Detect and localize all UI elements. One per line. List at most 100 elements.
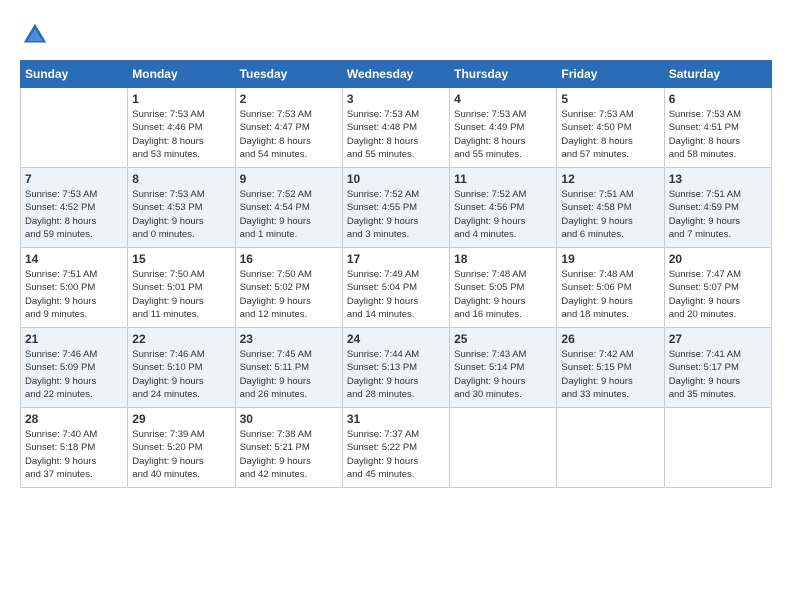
- day-info: Sunrise: 7:53 AM Sunset: 4:50 PM Dayligh…: [561, 108, 659, 161]
- day-number: 10: [347, 172, 445, 186]
- day-number: 31: [347, 412, 445, 426]
- day-cell: [557, 408, 664, 488]
- day-cell: 29Sunrise: 7:39 AM Sunset: 5:20 PM Dayli…: [128, 408, 235, 488]
- day-number: 15: [132, 252, 230, 266]
- day-info: Sunrise: 7:39 AM Sunset: 5:20 PM Dayligh…: [132, 428, 230, 481]
- header-cell-wednesday: Wednesday: [342, 61, 449, 88]
- day-cell: 26 Sunrise: 7:42 AM Sunset: 5:15 PM Dayli…: [557, 328, 664, 408]
- day-cell: 5 Sunrise: 7:53 AM Sunset: 4:50 PM Daylig…: [557, 88, 664, 168]
- day-number: 9: [240, 172, 338, 186]
- day-number: 19: [561, 252, 659, 266]
- day-cell: 2 Sunrise: 7:53 AM Sunset: 4:47 PM Daylig…: [235, 88, 342, 168]
- day-cell: [21, 88, 128, 168]
- day-info: Sunrise: 7:53 AM Sunset: 4:52 PM Dayligh…: [25, 188, 123, 241]
- day-cell: 20 Sunrise: 7:47 AM Sunset: 5:07 PM Dayli…: [664, 248, 771, 328]
- header-cell-sunday: Sunday: [21, 61, 128, 88]
- day-cell: [450, 408, 557, 488]
- week-row-2: 7 Sunrise: 7:53 AM Sunset: 4:52 PM Daylig…: [21, 168, 772, 248]
- day-number: 1: [132, 92, 230, 106]
- day-cell: 3 Sunrise: 7:53 AM Sunset: 4:48 PM Daylig…: [342, 88, 449, 168]
- day-info: Sunrise: 7:53 AM Sunset: 4:49 PM Dayligh…: [454, 108, 552, 161]
- day-cell: 16 Sunrise: 7:50 AM Sunset: 5:02 PM Dayli…: [235, 248, 342, 328]
- day-info: Sunrise: 7:51 AM Sunset: 4:58 PM Dayligh…: [561, 188, 659, 241]
- day-info: Sunrise: 7:53 AM Sunset: 4:47 PM Dayligh…: [240, 108, 338, 161]
- day-number: 4: [454, 92, 552, 106]
- day-cell: 8 Sunrise: 7:53 AM Sunset: 4:53 PM Daylig…: [128, 168, 235, 248]
- day-cell: [664, 408, 771, 488]
- day-cell: 14 Sunrise: 7:51 AM Sunset: 5:00 PM Dayli…: [21, 248, 128, 328]
- day-cell: 22Sunrise: 7:46 AM Sunset: 5:10 PM Dayli…: [128, 328, 235, 408]
- day-number: 24: [347, 332, 445, 346]
- day-number: 17: [347, 252, 445, 266]
- header-cell-monday: Monday: [128, 61, 235, 88]
- day-info: Sunrise: 7:37 AM Sunset: 5:22 PM Dayligh…: [347, 428, 445, 481]
- day-number: 12: [561, 172, 659, 186]
- day-info: Sunrise: 7:46 AM Sunset: 5:09 PM Dayligh…: [25, 348, 123, 401]
- header-cell-thursday: Thursday: [450, 61, 557, 88]
- day-info: Sunrise: 7:48 AM Sunset: 5:06 PM Dayligh…: [561, 268, 659, 321]
- day-cell: 31 Sunrise: 7:37 AM Sunset: 5:22 PM Dayli…: [342, 408, 449, 488]
- day-info: Sunrise: 7:49 AM Sunset: 5:04 PM Dayligh…: [347, 268, 445, 321]
- day-cell: 18Sunrise: 7:48 AM Sunset: 5:05 PM Dayli…: [450, 248, 557, 328]
- day-info: Sunrise: 7:40 AM Sunset: 5:18 PM Dayligh…: [25, 428, 123, 481]
- day-info: Sunrise: 7:38 AM Sunset: 5:21 PM Dayligh…: [240, 428, 338, 481]
- day-number: 16: [240, 252, 338, 266]
- day-cell: 30 Sunrise: 7:38 AM Sunset: 5:21 PM Dayli…: [235, 408, 342, 488]
- day-number: 5: [561, 92, 659, 106]
- page-header: [20, 20, 772, 50]
- day-number: 2: [240, 92, 338, 106]
- day-info: Sunrise: 7:53 AM Sunset: 4:51 PM Dayligh…: [669, 108, 767, 161]
- logo: [20, 20, 55, 50]
- day-info: Sunrise: 7:44 AM Sunset: 5:13 PM Dayligh…: [347, 348, 445, 401]
- day-cell: 25 Sunrise: 7:43 AM Sunset: 5:14 PM Dayli…: [450, 328, 557, 408]
- day-number: 27: [669, 332, 767, 346]
- day-number: 22: [132, 332, 230, 346]
- day-info: Sunrise: 7:53 AM Sunset: 4:46 PM Dayligh…: [132, 108, 230, 161]
- week-row-5: 28Sunrise: 7:40 AM Sunset: 5:18 PM Dayli…: [21, 408, 772, 488]
- day-cell: 28Sunrise: 7:40 AM Sunset: 5:18 PM Dayli…: [21, 408, 128, 488]
- day-number: 11: [454, 172, 552, 186]
- day-info: Sunrise: 7:41 AM Sunset: 5:17 PM Dayligh…: [669, 348, 767, 401]
- header-cell-saturday: Saturday: [664, 61, 771, 88]
- day-number: 25: [454, 332, 552, 346]
- day-info: Sunrise: 7:50 AM Sunset: 5:02 PM Dayligh…: [240, 268, 338, 321]
- logo-icon: [20, 20, 50, 50]
- day-number: 26: [561, 332, 659, 346]
- day-number: 7: [25, 172, 123, 186]
- day-cell: 24 Sunrise: 7:44 AM Sunset: 5:13 PM Dayli…: [342, 328, 449, 408]
- day-cell: 13Sunrise: 7:51 AM Sunset: 4:59 PM Dayli…: [664, 168, 771, 248]
- day-cell: 11 Sunrise: 7:52 AM Sunset: 4:56 PM Dayli…: [450, 168, 557, 248]
- day-number: 3: [347, 92, 445, 106]
- day-info: Sunrise: 7:51 AM Sunset: 5:00 PM Dayligh…: [25, 268, 123, 321]
- header-cell-tuesday: Tuesday: [235, 61, 342, 88]
- day-number: 23: [240, 332, 338, 346]
- day-info: Sunrise: 7:52 AM Sunset: 4:55 PM Dayligh…: [347, 188, 445, 241]
- calendar-table: SundayMondayTuesdayWednesdayThursdayFrid…: [20, 60, 772, 488]
- day-info: Sunrise: 7:43 AM Sunset: 5:14 PM Dayligh…: [454, 348, 552, 401]
- day-number: 13: [669, 172, 767, 186]
- day-info: Sunrise: 7:52 AM Sunset: 4:54 PM Dayligh…: [240, 188, 338, 241]
- day-cell: 15Sunrise: 7:50 AM Sunset: 5:01 PM Dayli…: [128, 248, 235, 328]
- day-number: 14: [25, 252, 123, 266]
- day-number: 30: [240, 412, 338, 426]
- day-cell: 27 Sunrise: 7:41 AM Sunset: 5:17 PM Dayli…: [664, 328, 771, 408]
- header-cell-friday: Friday: [557, 61, 664, 88]
- day-info: Sunrise: 7:53 AM Sunset: 4:48 PM Dayligh…: [347, 108, 445, 161]
- day-info: Sunrise: 7:42 AM Sunset: 5:15 PM Dayligh…: [561, 348, 659, 401]
- day-cell: 21Sunrise: 7:46 AM Sunset: 5:09 PM Dayli…: [21, 328, 128, 408]
- day-info: Sunrise: 7:47 AM Sunset: 5:07 PM Dayligh…: [669, 268, 767, 321]
- day-cell: 6 Sunrise: 7:53 AM Sunset: 4:51 PM Daylig…: [664, 88, 771, 168]
- day-number: 8: [132, 172, 230, 186]
- day-info: Sunrise: 7:53 AM Sunset: 4:53 PM Dayligh…: [132, 188, 230, 241]
- day-cell: 19 Sunrise: 7:48 AM Sunset: 5:06 PM Dayli…: [557, 248, 664, 328]
- day-number: 20: [669, 252, 767, 266]
- day-cell: 4 Sunrise: 7:53 AM Sunset: 4:49 PM Daylig…: [450, 88, 557, 168]
- day-info: Sunrise: 7:45 AM Sunset: 5:11 PM Dayligh…: [240, 348, 338, 401]
- day-number: 6: [669, 92, 767, 106]
- day-cell: 10 Sunrise: 7:52 AM Sunset: 4:55 PM Dayli…: [342, 168, 449, 248]
- header-row: SundayMondayTuesdayWednesdayThursdayFrid…: [21, 61, 772, 88]
- week-row-4: 21Sunrise: 7:46 AM Sunset: 5:09 PM Dayli…: [21, 328, 772, 408]
- day-cell: 9 Sunrise: 7:52 AM Sunset: 4:54 PM Daylig…: [235, 168, 342, 248]
- week-row-3: 14 Sunrise: 7:51 AM Sunset: 5:00 PM Dayli…: [21, 248, 772, 328]
- day-info: Sunrise: 7:52 AM Sunset: 4:56 PM Dayligh…: [454, 188, 552, 241]
